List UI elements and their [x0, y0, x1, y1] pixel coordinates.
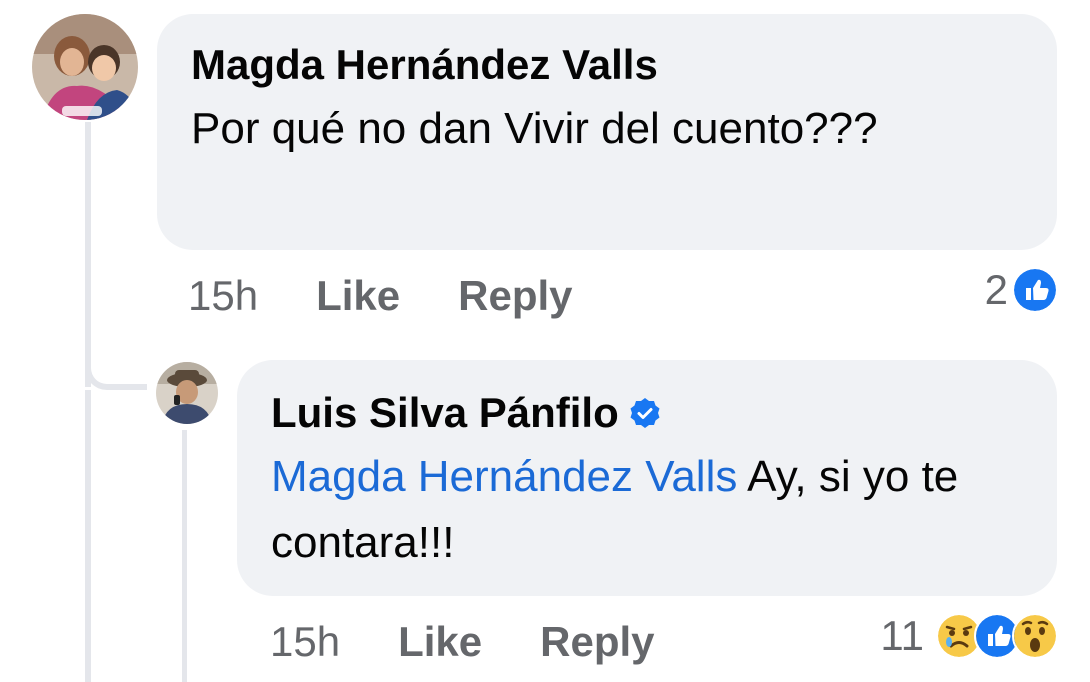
reaction-summary[interactable]: 2	[985, 266, 1058, 314]
comment-actions: 15h Like Reply	[188, 272, 631, 320]
reply-button[interactable]: Reply	[458, 272, 572, 320]
like-icon	[1012, 267, 1058, 313]
avatar[interactable]	[32, 14, 138, 120]
mention-link[interactable]: Magda Hernández Valls	[271, 452, 737, 501]
thread-connector	[85, 330, 147, 390]
thread-line	[85, 390, 91, 682]
comment-author[interactable]: Luis Silva Pánfilo	[271, 388, 1023, 438]
comment-author[interactable]: Magda Hernández Valls	[191, 40, 1023, 90]
reply-thread-line	[182, 430, 187, 682]
wow-icon	[1012, 613, 1058, 659]
reply-button[interactable]: Reply	[540, 618, 654, 666]
author-name[interactable]: Magda Hernández Valls	[191, 40, 658, 90]
avatar[interactable]	[156, 362, 218, 424]
reaction-summary[interactable]: 11	[880, 612, 1058, 660]
author-name[interactable]: Luis Silva Pánfilo	[271, 388, 619, 438]
like-button[interactable]: Like	[398, 618, 482, 666]
profile-photo	[156, 362, 218, 424]
reply-bubble: Luis Silva Pánfilo Magda Hernández Valls…	[237, 360, 1057, 596]
reaction-count: 2	[984, 266, 1008, 313]
timestamp[interactable]: 15h	[270, 618, 340, 666]
comment-actions: 15h Like Reply	[270, 618, 713, 666]
comment-bubble: Magda Hernández Valls Por qué no dan Viv…	[157, 14, 1057, 250]
like-button[interactable]: Like	[316, 272, 400, 320]
reaction-count: 11	[880, 612, 924, 659]
verified-badge-icon	[630, 398, 660, 428]
timestamp[interactable]: 15h	[188, 272, 258, 320]
profile-photo	[32, 14, 138, 120]
comment-text: Por qué no dan Vivir del cuento???	[191, 104, 878, 153]
comment-text: Magda Hernández Valls Ay, si yo te conta…	[271, 444, 1023, 576]
